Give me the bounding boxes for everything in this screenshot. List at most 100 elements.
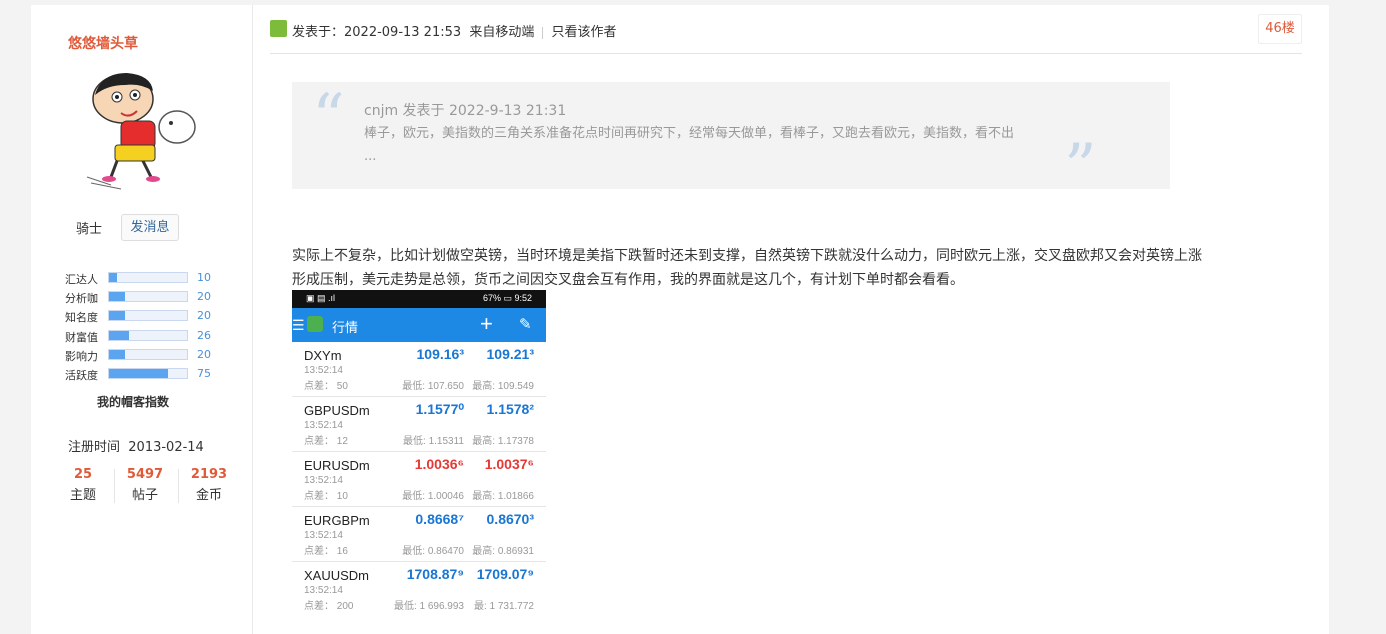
page: 悠悠墙头草 骑士 发消息 汇达人 10 分析咖 20 知名度 20 财富值 26… bbox=[31, 5, 1329, 634]
stat-value: 10 bbox=[197, 271, 211, 284]
status-right: 67% ▭ 9:52 bbox=[482, 293, 532, 303]
quote-open-icon: “ bbox=[312, 81, 345, 155]
quote-row: EURUSDm 13:52:14 点差： 10 1.0036⁶ 1.0037⁶ … bbox=[292, 452, 546, 507]
quote-author: cnjm 发表于 2022-9-13 21:31 bbox=[364, 103, 567, 119]
quote-spread: 点差： 10 bbox=[304, 491, 348, 502]
phone-status-bar: ▣ ▤ .ıl 67% ▭ 9:52 bbox=[292, 290, 546, 308]
stat-label: 活跃度 bbox=[65, 368, 98, 382]
quote-spread: 点差： 50 bbox=[304, 381, 348, 392]
quote-time: 13:52:14 bbox=[304, 365, 343, 376]
quote-ask: 1709.07⁹ bbox=[476, 566, 534, 582]
quote-low: 最低: 0.86470 bbox=[402, 546, 464, 557]
quote-row: EURGBPm 13:52:14 点差： 16 0.8668⁷ 0.8670³ … bbox=[292, 507, 546, 562]
coins-count[interactable]: 2193 金币 bbox=[180, 467, 238, 503]
quote-high: 最高: 109.549 bbox=[472, 381, 534, 392]
stat-bar bbox=[108, 367, 188, 379]
user-sidebar: 悠悠墙头草 骑士 发消息 汇达人 10 分析咖 20 知名度 20 财富值 26… bbox=[31, 5, 253, 634]
user-icon bbox=[270, 20, 287, 37]
stat-row: 活跃度 75 bbox=[65, 365, 225, 384]
topics-count[interactable]: 25 主题 bbox=[54, 467, 112, 503]
register-date: 注册时间 2013-02-14 bbox=[68, 436, 204, 455]
phone-app-bar: ☰ 行情 + ✎ bbox=[292, 308, 546, 342]
quote-spread: 点差： 12 bbox=[304, 436, 348, 447]
quote-low: 最低: 1.00046 bbox=[402, 491, 464, 502]
avatar[interactable] bbox=[81, 65, 201, 190]
register-label: 注册时间 bbox=[68, 440, 121, 455]
only-author-link[interactable]: 只看该作者 bbox=[551, 25, 616, 40]
quote-block: “ cnjm 发表于 2022-9-13 21:31 棒子，欧元，美指数的三角关… bbox=[292, 81, 1170, 200]
quote-ask: 1.1578² bbox=[486, 401, 534, 417]
quote-bid: 0.8668⁷ bbox=[415, 511, 464, 527]
stat-label: 知名度 bbox=[65, 311, 98, 325]
register-value: 2013-02-14 bbox=[128, 440, 204, 455]
quote-low: 最低: 1.15311 bbox=[403, 436, 464, 447]
status-left: ▣ ▤ .ıl bbox=[306, 293, 336, 303]
stat-value: 20 bbox=[197, 347, 211, 361]
count-label: 主题 bbox=[69, 488, 96, 503]
quote-high: 最高: 0.86931 bbox=[472, 546, 534, 557]
quote-row: GBPUSDm 13:52:14 点差： 12 1.1577⁰ 1.1578² … bbox=[292, 397, 546, 452]
stat-value: 75 bbox=[197, 366, 211, 380]
quote-bid: 109.16³ bbox=[416, 346, 464, 362]
quote-ask: 0.8670³ bbox=[486, 511, 534, 527]
stat-label: 汇达人 bbox=[65, 273, 98, 286]
quote-spread: 点差： 200 bbox=[304, 601, 354, 610]
quote-symbol: EURGBPm bbox=[304, 513, 370, 528]
send-message-button[interactable]: 发消息 bbox=[121, 214, 179, 241]
quote-symbol: XAUUSDm bbox=[304, 568, 370, 583]
user-counts: 25 主题 5497 帖子 2193 金币 bbox=[58, 467, 238, 507]
quote-symbol: DXYm bbox=[304, 348, 342, 363]
stat-bar bbox=[108, 329, 188, 341]
quote-time: 13:52:14 bbox=[304, 420, 343, 431]
quote-text: 棒子，欧元，美指数的三角关系准备花点时间再研究下，经常每天做单，看棒子，又跑去看… bbox=[364, 126, 1015, 164]
post-body: 实际上不复杂，比如计划做空英镑，当时环境是美指下跌暂时还未到支撑，自然英镑下跌就… bbox=[292, 248, 1202, 288]
stat-bar bbox=[108, 291, 188, 303]
stat-bar bbox=[108, 348, 188, 360]
divider bbox=[114, 469, 115, 503]
quote-ask: 1.0037⁶ bbox=[484, 456, 534, 472]
count-number: 2193 bbox=[190, 467, 228, 482]
posts-count[interactable]: 5497 帖子 bbox=[116, 467, 174, 503]
stat-bar bbox=[108, 272, 188, 283]
post-header: 发表于：2022-09-13 21:53 来自移动端 只看该作者 46楼 bbox=[270, 5, 1302, 54]
quote-bid: 1.0036⁶ bbox=[414, 456, 464, 472]
username-link[interactable]: 悠悠墙头草 bbox=[68, 33, 138, 53]
user-stats: 汇达人 10 分析咖 20 知名度 20 财富值 26 影响力 20 活跃度 7… bbox=[65, 269, 225, 384]
plus-icon: + bbox=[480, 311, 493, 336]
quote-symbol: EURUSDm bbox=[304, 458, 370, 473]
stat-label: 影响力 bbox=[65, 349, 98, 363]
quote-bid: 1.1577⁰ bbox=[415, 401, 464, 417]
quote-spread: 点差： 16 bbox=[304, 546, 348, 557]
quote-symbol: GBPUSDm bbox=[304, 403, 370, 418]
quote-ask: 109.21³ bbox=[486, 346, 534, 362]
stat-bar bbox=[108, 310, 188, 322]
stat-value: 20 bbox=[197, 290, 211, 304]
count-number: 25 bbox=[73, 467, 93, 482]
stat-row: 影响力 20 bbox=[65, 346, 225, 365]
divider bbox=[542, 26, 544, 39]
count-number: 5497 bbox=[126, 467, 164, 482]
edit-icon: ✎ bbox=[519, 316, 532, 333]
quote-bid: 1708.87⁹ bbox=[406, 566, 464, 582]
quote-high: 最高: 1.01866 bbox=[472, 491, 534, 502]
divider bbox=[178, 469, 179, 503]
quote-row: XAUUSDm 13:52:14 点差： 200 1708.87⁹ 1709.0… bbox=[292, 562, 546, 610]
stat-row: 知名度 20 bbox=[65, 307, 225, 326]
post-meta: 发表于：2022-09-13 21:53 来自移动端 只看该作者 bbox=[292, 21, 616, 40]
quote-time: 13:52:14 bbox=[304, 585, 343, 596]
menu-icon: ☰ bbox=[292, 317, 305, 333]
user-rank: 骑士 bbox=[76, 222, 103, 237]
count-label: 金币 bbox=[195, 488, 222, 503]
quote-time: 13:52:14 bbox=[304, 530, 343, 541]
stat-row: 分析咖 20 bbox=[65, 288, 225, 307]
floor-number[interactable]: 46楼 bbox=[1258, 14, 1302, 44]
user-index-title: 我的帽客指数 bbox=[97, 395, 170, 409]
post-image-screenshot[interactable]: ▣ ▤ .ıl 67% ▭ 9:52 ☰ 行情 + ✎ DXYm 13:52:1… bbox=[292, 290, 546, 610]
stat-label: 分析咖 bbox=[65, 292, 98, 306]
stat-row: 汇达人 10 bbox=[65, 269, 225, 288]
count-label: 帖子 bbox=[131, 488, 158, 503]
quote-high: 最: 1 731.772 bbox=[473, 601, 534, 610]
phone-title: 行情 bbox=[332, 320, 359, 335]
quote-low: 最低: 107.650 bbox=[402, 381, 464, 392]
stat-value: 26 bbox=[197, 328, 211, 342]
